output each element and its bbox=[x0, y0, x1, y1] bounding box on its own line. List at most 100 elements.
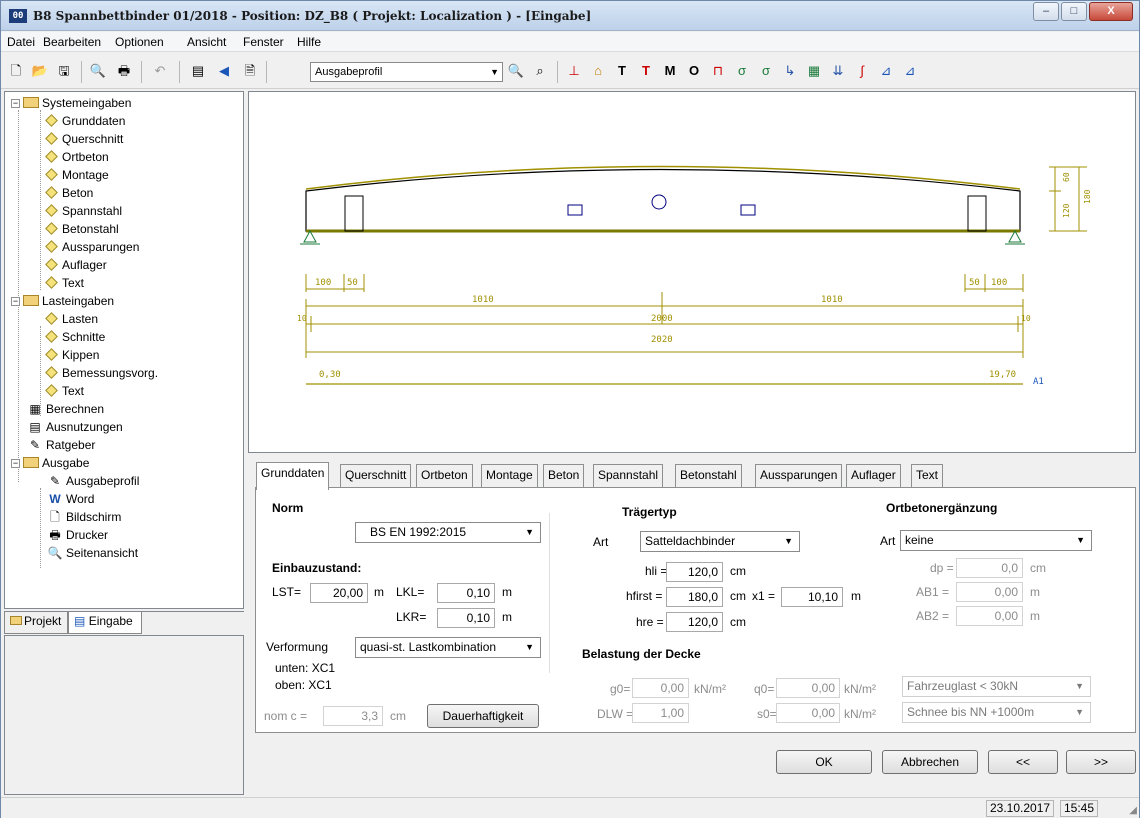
tree-item-aussparungen[interactable]: Aussparungen bbox=[43, 238, 139, 256]
print-preview-icon[interactable]: 🔍 bbox=[89, 62, 107, 80]
fatigue-erg-icon[interactable]: ⊿ bbox=[901, 62, 919, 80]
tree-item-drucker[interactable]: 🖶 Drucker bbox=[47, 526, 108, 544]
ab2-input[interactable]: 0,00 bbox=[956, 606, 1023, 626]
tree-item-text[interactable]: Text bbox=[43, 274, 84, 292]
tab-ortbeton[interactable]: Ortbeton bbox=[416, 464, 473, 488]
tree-item-seitenansicht[interactable]: 🔍 Seitenansicht bbox=[47, 544, 139, 562]
tree-item-auflager[interactable]: Auflager bbox=[43, 256, 107, 274]
section-t2-icon[interactable]: T bbox=[637, 62, 655, 80]
minimize-button[interactable]: – bbox=[1033, 2, 1059, 21]
tab-projekt[interactable]: Projekt bbox=[4, 612, 68, 634]
fatigue-icon[interactable]: ⊿ bbox=[877, 62, 895, 80]
moment-diagram-icon[interactable]: ⊓ bbox=[709, 62, 727, 80]
document-icon[interactable]: 🗎 bbox=[241, 62, 259, 80]
tree-item-berechnen[interactable]: ▦ Berechnen bbox=[27, 400, 104, 418]
beam-icon[interactable]: ⌂ bbox=[589, 62, 607, 80]
circle-icon[interactable]: O bbox=[685, 62, 703, 80]
tree-item-spannstahl[interactable]: Spannstahl bbox=[43, 202, 122, 220]
tree-item-last-text[interactable]: Text bbox=[43, 382, 84, 400]
reinforcement-icon[interactable]: ∫ bbox=[853, 62, 871, 80]
tree-node-ausgabe[interactable]: − Ausgabe bbox=[11, 454, 89, 472]
tree-item-betonstahl[interactable]: Betonstahl bbox=[43, 220, 119, 238]
tree-item-bemessungsvorg[interactable]: Bemessungsvorg. bbox=[43, 364, 158, 382]
tab-beton[interactable]: Beton bbox=[543, 464, 585, 488]
dp-input[interactable]: 0,0 bbox=[956, 558, 1023, 578]
form-icon[interactable]: ▤ bbox=[189, 62, 207, 80]
q0-input[interactable]: 0,00 bbox=[776, 678, 840, 698]
lkr-input[interactable]: 0,10 bbox=[437, 608, 495, 628]
x1-input[interactable]: 10,10 bbox=[781, 587, 843, 607]
tree-item-schnitte[interactable]: Schnitte bbox=[43, 328, 105, 346]
tree-item-word[interactable]: W Word bbox=[47, 490, 94, 508]
verformung-select[interactable]: quasi-st. Lastkombination ▼ bbox=[355, 637, 541, 658]
tree-item-querschnitt[interactable]: Querschnitt bbox=[43, 130, 123, 148]
lst-input[interactable]: 20,00 bbox=[310, 583, 368, 603]
menu-hilfe[interactable]: Hilfe bbox=[297, 35, 321, 49]
tree-node-lasteingaben[interactable]: − Lasteingaben bbox=[11, 292, 114, 310]
tab-spannstahl[interactable]: Spannstahl bbox=[593, 464, 664, 488]
ab1-input[interactable]: 0,00 bbox=[956, 582, 1023, 602]
tab-eingabe[interactable]: ▤ Eingabe bbox=[68, 612, 142, 634]
output-profile-select[interactable]: Ausgabeprofil ▼ bbox=[310, 62, 503, 82]
tab-betonstahl[interactable]: Betonstahl bbox=[675, 464, 742, 488]
ok-button[interactable]: OK bbox=[776, 750, 872, 774]
tree-item-kippen[interactable]: Kippen bbox=[43, 346, 99, 364]
printer-icon[interactable]: 🖶 bbox=[115, 62, 133, 80]
stress-fel-icon[interactable]: σ bbox=[733, 62, 751, 80]
stress-erg-icon[interactable]: σ bbox=[757, 62, 775, 80]
dlw-input[interactable]: 1,00 bbox=[632, 703, 689, 723]
maximize-button[interactable]: □ bbox=[1061, 2, 1087, 21]
tab-montage[interactable]: Montage bbox=[481, 464, 538, 488]
s0-input[interactable]: 0,00 bbox=[776, 703, 840, 723]
tab-grunddaten[interactable]: Grunddaten bbox=[256, 462, 330, 490]
dauerhaftigkeit-button[interactable]: Dauerhaftigkeit bbox=[427, 704, 539, 728]
norm-select[interactable]: BS EN 1992:2015 ▼ bbox=[355, 522, 541, 543]
arrow-icon[interactable]: ◀ bbox=[215, 62, 233, 80]
cancel-button[interactable]: Abbrechen bbox=[882, 750, 978, 774]
tree-node-systemeingaben[interactable]: − Systemeingaben bbox=[11, 94, 131, 112]
stress-icon[interactable]: ↳ bbox=[781, 62, 799, 80]
tree-item-ausnutzungen[interactable]: ▤ Ausnutzungen bbox=[27, 418, 122, 436]
menu-optionen[interactable]: Optionen bbox=[115, 35, 164, 49]
tab-aussparungen[interactable]: Aussparungen bbox=[755, 464, 843, 488]
art-select[interactable]: Satteldachbinder ▼ bbox=[640, 531, 800, 552]
tree-item-ratgeber[interactable]: ✎ Ratgeber bbox=[27, 436, 95, 454]
tree-item-bildschirm[interactable]: 🗋 Bildschirm bbox=[47, 508, 121, 526]
tab-text[interactable]: Text bbox=[911, 464, 944, 488]
collapse-icon[interactable]: − bbox=[11, 459, 20, 468]
collapse-icon[interactable]: − bbox=[11, 99, 20, 108]
menu-bearbeiten[interactable]: Bearbeiten bbox=[43, 35, 101, 49]
previous-button[interactable]: << bbox=[988, 750, 1058, 774]
save-icon[interactable]: 🖫 bbox=[55, 62, 73, 80]
menu-fenster[interactable]: Fenster bbox=[243, 35, 284, 49]
next-button[interactable]: >> bbox=[1066, 750, 1136, 774]
hli-input[interactable]: 120,0 bbox=[666, 562, 723, 582]
ort-art-select[interactable]: keine ▼ bbox=[900, 530, 1092, 551]
zoom-icon[interactable]: 🔍 bbox=[507, 62, 525, 80]
zoom-all-icon[interactable]: ⌕ bbox=[531, 62, 549, 80]
moment-icon[interactable]: M bbox=[661, 62, 679, 80]
lkl-input[interactable]: 0,10 bbox=[437, 583, 495, 603]
deflection-icon[interactable]: ⇊ bbox=[829, 62, 847, 80]
crack-icon[interactable]: ▦ bbox=[805, 62, 823, 80]
tree-item-beton[interactable]: Beton bbox=[43, 184, 93, 202]
close-button[interactable]: X bbox=[1089, 2, 1133, 21]
g0-input[interactable]: 0,00 bbox=[632, 678, 689, 698]
new-file-icon[interactable]: 🗋 bbox=[7, 62, 25, 80]
tree-item-grunddaten[interactable]: Grunddaten bbox=[43, 112, 125, 130]
menu-ansicht[interactable]: Ansicht bbox=[187, 35, 226, 49]
s0-select[interactable]: Schnee bis NN +1000m ▼ bbox=[902, 702, 1091, 723]
support-icon[interactable]: ⊥ bbox=[565, 62, 583, 80]
undo-icon[interactable]: ↶ bbox=[151, 62, 169, 80]
tree-item-lasten[interactable]: Lasten bbox=[43, 310, 98, 328]
menu-datei[interactable]: Datei bbox=[7, 35, 35, 49]
tree-item-ausgabeprofil[interactable]: ✎ Ausgabeprofil bbox=[47, 472, 139, 490]
hre-input[interactable]: 120,0 bbox=[666, 612, 723, 632]
nomc-input[interactable]: 3,3 bbox=[323, 706, 383, 726]
title-bar[interactable]: 00 B8 Spannbettbinder 01/2018 - Position… bbox=[1, 1, 1139, 31]
collapse-icon[interactable]: − bbox=[11, 297, 20, 306]
resize-grip-icon[interactable]: ◢ bbox=[1129, 805, 1137, 816]
tree-item-montage[interactable]: Montage bbox=[43, 166, 109, 184]
tab-querschnitt[interactable]: Querschnitt bbox=[340, 464, 412, 488]
hfirst-input[interactable]: 180,0 bbox=[666, 587, 723, 607]
